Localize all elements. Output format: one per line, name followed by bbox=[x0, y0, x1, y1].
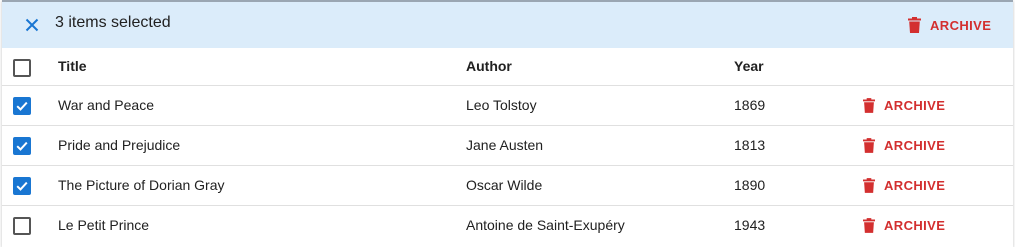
row-archive-label: ARCHIVE bbox=[884, 218, 946, 233]
cell-title: Le Petit Prince bbox=[58, 217, 150, 233]
trash-icon bbox=[863, 138, 875, 153]
row-archive-label: ARCHIVE bbox=[884, 98, 946, 113]
bulk-archive-label: ARCHIVE bbox=[930, 17, 992, 33]
row-archive-button[interactable]: ARCHIVE bbox=[863, 178, 945, 193]
cell-year: 1943 bbox=[734, 217, 766, 233]
cell-author: Jane Austen bbox=[466, 137, 544, 153]
column-header-year[interactable]: Year bbox=[734, 58, 764, 74]
trash-icon bbox=[908, 17, 921, 33]
cell-title: Pride and Prejudice bbox=[58, 137, 181, 153]
datagrid-panel: 3 items selected ARCHIVE Title Author Ye… bbox=[2, 0, 1013, 247]
row-checkbox[interactable] bbox=[13, 137, 31, 155]
cell-title: The Picture of Dorian Gray bbox=[58, 177, 225, 193]
table-row[interactable]: Pride and Prejudice Jane Austen 1813 ARCHIV… bbox=[2, 126, 1013, 166]
cell-year: 1890 bbox=[734, 177, 766, 193]
cell-author: Leo Tolstoy bbox=[466, 97, 537, 113]
row-archive-button[interactable]: ARCHIVE bbox=[863, 218, 945, 233]
table-header: Title Author Year bbox=[2, 48, 1013, 86]
cell-year: 1869 bbox=[734, 97, 766, 113]
table-row[interactable]: The Picture of Dorian Gray Oscar Wilde 189… bbox=[2, 166, 1013, 206]
row-archive-button[interactable]: ARCHIVE bbox=[863, 138, 945, 153]
column-header-author[interactable]: Author bbox=[466, 58, 512, 74]
cell-author: Antoine de Saint-Exupéry bbox=[466, 217, 625, 233]
trash-icon bbox=[863, 218, 875, 233]
trash-icon bbox=[863, 178, 875, 193]
row-checkbox[interactable] bbox=[13, 177, 31, 195]
row-checkbox[interactable] bbox=[13, 97, 31, 115]
table-row[interactable]: War and Peace Leo Tolstoy 1869 ARCHIVE bbox=[2, 86, 1013, 126]
check-icon bbox=[16, 101, 28, 111]
check-icon bbox=[16, 181, 28, 191]
bulk-actions-toolbar: 3 items selected ARCHIVE bbox=[2, 0, 1013, 48]
column-header-title[interactable]: Title bbox=[58, 58, 87, 74]
row-archive-button[interactable]: ARCHIVE bbox=[863, 98, 945, 113]
close-icon[interactable] bbox=[22, 15, 42, 35]
row-checkbox[interactable] bbox=[13, 217, 31, 235]
bulk-archive-button[interactable]: ARCHIVE bbox=[908, 17, 991, 33]
cell-year: 1813 bbox=[734, 137, 766, 153]
trash-icon bbox=[863, 98, 875, 113]
check-icon bbox=[16, 141, 28, 151]
row-archive-label: ARCHIVE bbox=[884, 138, 946, 153]
cell-author: Oscar Wilde bbox=[466, 177, 543, 193]
cell-title: War and Peace bbox=[58, 97, 154, 113]
selected-count-label: 3 items selected bbox=[55, 14, 171, 31]
row-archive-label: ARCHIVE bbox=[884, 178, 946, 193]
select-all-checkbox[interactable] bbox=[13, 59, 31, 77]
table-row[interactable]: Le Petit Prince Antoine de Saint-Exupéry 1… bbox=[2, 206, 1013, 247]
